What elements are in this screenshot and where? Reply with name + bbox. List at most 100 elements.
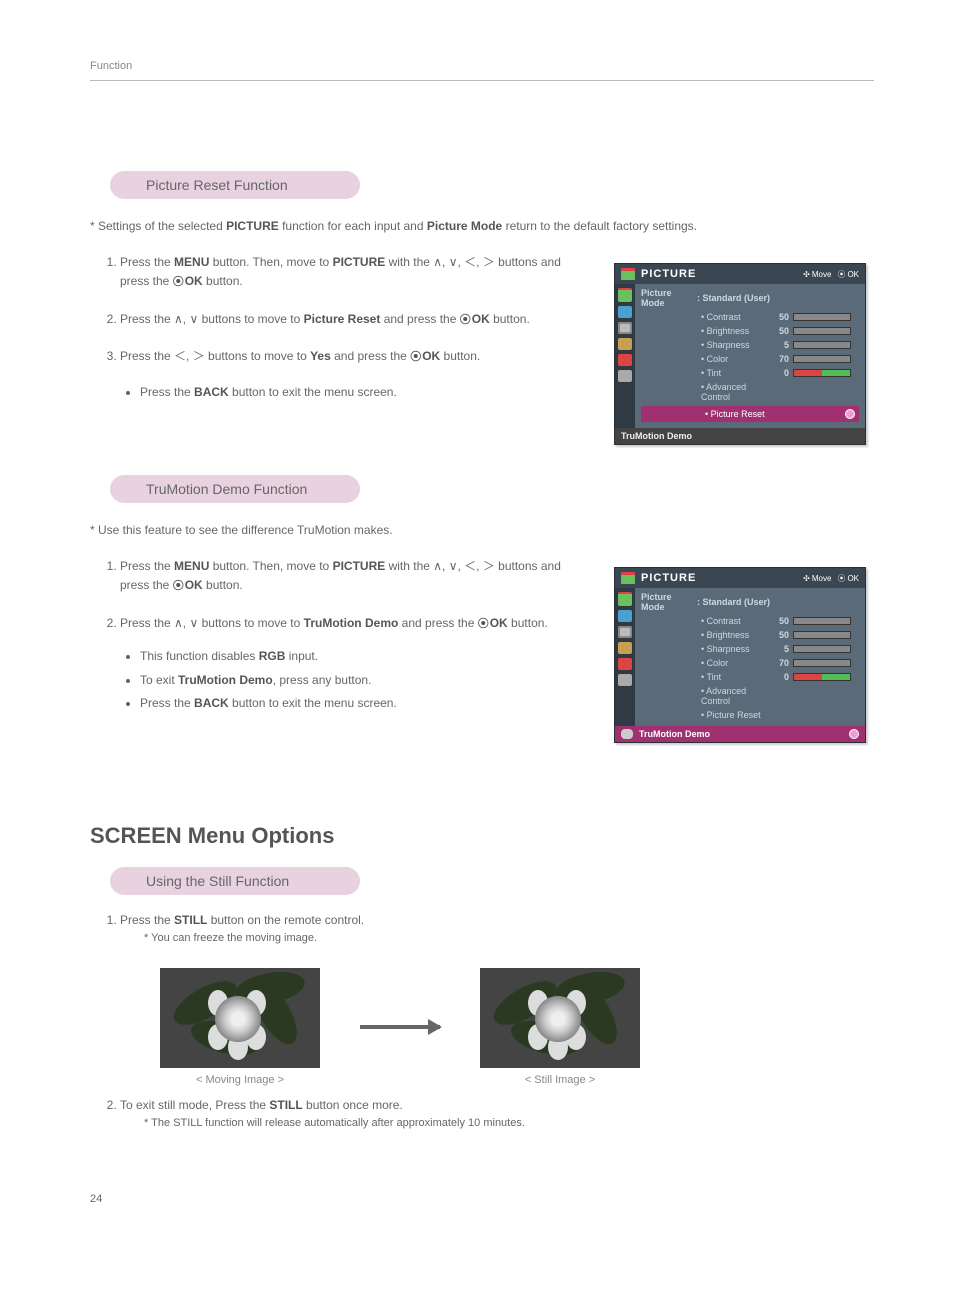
sidebar-time-icon [618,322,632,334]
osd-brightness: Brightness50 [641,628,859,642]
txt: and press the [331,349,410,363]
label: Contrast [641,312,771,322]
label: Sharpness [641,644,771,654]
txt: Move [812,270,832,279]
val: 5 [771,644,789,654]
page-number: 24 [90,1193,874,1205]
osd-picture-mode: Picture Mode: Standard (User) [641,286,859,310]
sub1: This function disables RGB input. [140,647,584,666]
txt: Press the [120,255,174,269]
txt: input. [285,649,318,663]
txt: Press the [120,559,174,573]
label: Sharpness [641,340,771,350]
val: 0 [771,368,789,378]
move-icon [803,574,812,583]
sidebar-audio-icon [618,306,632,318]
bar [793,355,851,363]
bar [793,327,851,335]
val: 5 [771,340,789,350]
txt: Yes [310,349,331,363]
label: TruMotion Demo [639,729,710,739]
txt: MENU [174,255,209,269]
txt: PICTURE [333,559,386,573]
caption-moving: < Moving Image > [160,1074,320,1086]
osd-header: PICTURE MoveOK [615,264,865,284]
still-step-1: Press the STILL button on the remote con… [120,911,874,948]
label: Picture Mode [641,592,697,612]
txt: Picture Reset [304,312,381,326]
still-steps-cont: To exit still mode, Press the STILL butt… [90,1096,874,1133]
val: 50 [771,616,789,626]
osd-sharpness: Sharpness5 [641,338,859,352]
txt: To exit still mode, Press the [120,1098,269,1112]
txt: Press the [140,385,194,399]
osd-contrast: Contrast50 [641,614,859,628]
txt: * Settings of the selected [90,219,226,233]
label: Brightness [641,630,771,640]
ok-icon: OK [460,312,490,326]
osd-header: PICTURE MoveOK [615,568,865,588]
osd-title: PICTURE [641,268,696,280]
step-2: Press the ∧, ∨ buttons to move to Pictur… [120,310,584,330]
txt: button to exit the menu screen. [229,385,397,399]
osd-brightness: Brightness50 [641,324,859,338]
txt: Press the ＜, ＞ buttons to move to [120,349,310,363]
txt: Picture Mode [427,219,502,233]
selection-dot-icon [845,409,855,419]
tint-bar [793,369,851,377]
sidebar-audio-icon [618,610,632,622]
txt: Press the ∧, ∨ buttons to move to [120,312,304,326]
osd-sidebar [615,588,635,726]
page-header: Function [90,60,874,81]
txt: PICTURE [226,219,279,233]
label: Brightness [641,326,771,336]
selection-dot-icon [849,729,859,739]
osd-picture-mode: Picture Mode: Standard (User) [641,590,859,614]
txt: button. [440,349,480,363]
sidebar-back-icon [618,370,632,382]
flower-image [480,968,640,1068]
osd-color: Color70 [641,352,859,366]
step-1: Press the MENU button. Then, move to PIC… [120,253,584,292]
label: Color [641,658,771,668]
osd-hints: MoveOK [803,573,859,584]
bar [793,617,851,625]
label: Picture Reset [645,409,765,419]
val: 70 [771,658,789,668]
section-title-picture-reset: Picture Reset Function [110,171,360,199]
tint-bar [793,673,851,681]
bar [793,313,851,321]
txt: and press the [380,312,459,326]
val: 50 [771,312,789,322]
still-step-2-note: * The STILL function will release automa… [120,1115,874,1133]
step-2: Press the ∧, ∨ buttons to move to TruMot… [120,614,584,713]
ok-icon: OK [173,274,203,288]
arrow-icon [360,1025,440,1029]
val: 70 [771,354,789,364]
sidebar-option-icon [618,642,632,654]
still-steps: Press the STILL button on the remote con… [90,911,874,948]
still-step-1-note: * You can freeze the moving image. [120,930,874,948]
step-3: Press the ＜, ＞ buttons to move to Yes an… [120,347,584,402]
osd-sidebar [615,284,635,428]
ok-icon [831,574,847,583]
osd-color: Color70 [641,656,859,670]
section-title-trumotion: TruMotion Demo Function [110,475,360,503]
label: Advanced Control [641,382,771,402]
move-icon [803,270,812,279]
val: 50 [771,326,789,336]
osd-picture-menu-1: PICTURE MoveOK Picture Mode: Standard (U… [614,263,866,445]
moving-image-figure: < Moving Image > [160,968,320,1086]
osd-hints: MoveOK [803,269,859,280]
still-image-figure: < Still Image > [480,968,640,1086]
osd-advanced: Advanced Control [641,380,859,404]
label: Tint [641,672,771,682]
still-figures: < Moving Image > < Still Image > [160,968,874,1086]
osd-footer: TruMotion Demo [615,428,865,444]
value: : Standard (User) [697,597,770,607]
bar [793,645,851,653]
label: Color [641,354,771,364]
txt: Press the [140,696,194,710]
txt: button. Then, move to [209,255,332,269]
txt: button. [203,578,243,592]
